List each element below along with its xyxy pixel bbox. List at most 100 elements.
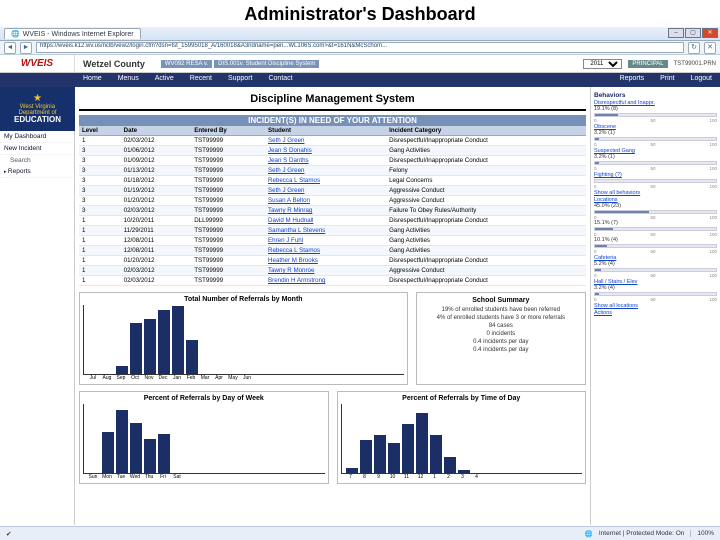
cell: TST99999 [191,196,265,206]
nav-support[interactable]: Support [220,73,261,87]
nav-back-button[interactable]: ◄ [4,42,16,54]
mini-bar [594,292,717,296]
student-link[interactable]: Seth J Green [265,166,386,176]
navbar: Home Menus Active Recent Support Contact… [0,73,720,87]
student-link[interactable]: Tawny R Minrag [265,206,386,216]
cell: 01/13/2012 [121,166,192,176]
xlabel: Sun [87,474,99,480]
bar [102,432,114,473]
window-close-button[interactable]: ✕ [702,28,718,38]
nav-print[interactable]: Print [652,73,682,87]
rp-group[interactable]: Actions [594,310,717,316]
mini-scale: 050100 [594,118,717,123]
student-link[interactable]: Jean S Danths [265,156,386,166]
cell: 3 [79,206,121,216]
sidebar: ★ West Virginia Department of EDUCATION … [0,87,75,525]
xlabel: 11 [401,474,413,480]
xlabel: Apr [213,375,225,381]
rp-group[interactable]: Fighting (?) [594,172,717,178]
cell: 3 [79,186,121,196]
cell: TST99999 [191,236,265,246]
student-link[interactable]: Heather M Brooks [265,256,386,266]
page-title: Administrator's Dashboard [0,0,720,27]
bar [388,443,400,473]
cell: TST99999 [191,166,265,176]
cell: TST99999 [191,136,265,146]
mini-bar [594,244,717,248]
system-title: Discipline Management System [79,89,586,111]
window-maximize-button[interactable]: ▢ [685,28,701,38]
student-link[interactable]: Brendin H Armstrong [265,276,386,286]
cell: Gang Activities [386,226,586,236]
stop-button[interactable]: ✕ [704,42,716,54]
nav-recent[interactable]: Recent [182,73,220,87]
xlabel: Feb [185,375,197,381]
cell: 01/20/2012 [121,256,192,266]
county-label: Wetzel County [75,59,153,69]
nav-menus[interactable]: Menus [110,73,147,87]
table-row: 301/18/2012TST99999Rebecca L StamosLegal… [79,176,586,186]
student-link[interactable]: Seth J Green [265,136,386,146]
nav-active[interactable]: Active [147,73,182,87]
right-panel: Behaviors Disrespectful and Inappr.19.1%… [590,87,720,525]
nav-logout[interactable]: Logout [683,73,720,87]
cell: 3 [79,146,121,156]
url-input[interactable]: https://wveis.k12.wv.us/nclb/vew2/login.… [36,42,684,53]
xlabel: 3 [457,474,469,480]
sidebar-item-dashboard[interactable]: My Dashboard [0,131,74,143]
bar [116,410,128,473]
rp-group[interactable]: Show all locations [594,303,717,309]
bar [444,457,456,473]
browser-tab[interactable]: 🌐 WVEIS - Windows Internet Explorer [4,28,141,39]
sidebar-item-reports[interactable]: Reports [0,166,74,178]
bar [416,413,428,473]
xlabel: Sat [171,474,183,480]
version-badge-a: WV092 RESA v. [161,60,212,68]
bar [346,468,358,473]
year-select[interactable]: 2011 [583,59,622,69]
nav-contact[interactable]: Contact [260,73,300,87]
bar [116,366,128,375]
bar [158,310,170,374]
mini-scale: 050100 [594,297,717,302]
wv-line3: EDUCATION [14,116,61,124]
student-link[interactable]: Tawny R Monroe [265,266,386,276]
bar [186,340,198,374]
cell: 01/18/2012 [121,176,192,186]
student-link[interactable]: Jean S Donahis [265,146,386,156]
summary-line: 84 cases [421,323,581,329]
student-link[interactable]: David M Hudnall [265,216,386,226]
table-row: 112/08/2011TST99999Ehren J FuhlGang Acti… [79,236,586,246]
cell: TST99999 [191,206,265,216]
cell: TST99999 [191,146,265,156]
student-link[interactable]: Rebecca L Stamos [265,176,386,186]
chart-referrals-by-day: Percent of Referrals by Day of Week SunM… [79,391,329,484]
summary-line: 19% of enrolled students have been refer… [421,307,581,313]
student-link[interactable]: Ehren J Fuhl [265,236,386,246]
student-link[interactable]: Rebecca L Stamos [265,246,386,256]
sidebar-item-search[interactable]: Search [0,155,74,166]
nav-home[interactable]: Home [75,73,110,87]
col-header: Entered By [191,126,265,136]
zoom-control[interactable]: 100% [690,530,714,537]
sidebar-item-new-incident[interactable]: New Incident [0,143,74,155]
xlabel: 2 [443,474,455,480]
table-row: 301/06/2012TST99999Jean S DonahisGang Ac… [79,146,586,156]
bar [374,435,386,473]
student-link[interactable]: Susan A Belton [265,196,386,206]
table-row: 112/08/2011TST99999Rebecca L StamosGang … [79,246,586,256]
rp-group[interactable]: Show all behaviors [594,190,717,196]
mini-bar [594,137,717,141]
wveis-logo: WVEIS [0,55,75,73]
cell: Legal Concerns [386,176,586,186]
xlabel: 7 [345,474,357,480]
refresh-button[interactable]: ↻ [688,42,700,54]
window-minimize-button[interactable]: – [668,28,684,38]
nav-forward-button[interactable]: ► [20,42,32,54]
cell: 01/19/2012 [121,186,192,196]
student-link[interactable]: Seth J Green [265,186,386,196]
nav-reports[interactable]: Reports [612,73,653,87]
mini-bar [594,179,717,183]
student-link[interactable]: Samantha L Stevens [265,226,386,236]
cell: 1 [79,136,121,146]
